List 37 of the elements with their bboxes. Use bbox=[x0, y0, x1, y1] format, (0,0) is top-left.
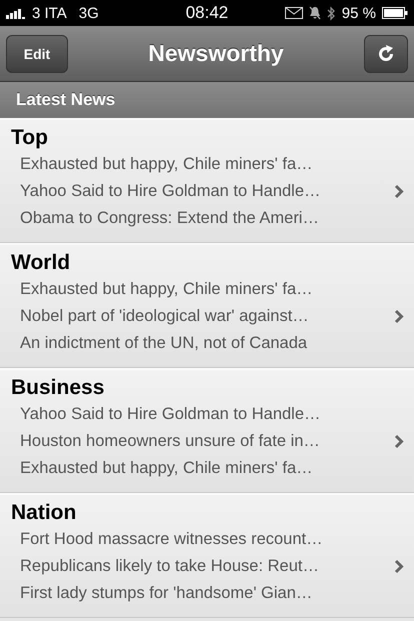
headline: Exhausted but happy, Chile miners' fa… bbox=[20, 458, 314, 479]
mail-icon bbox=[284, 7, 303, 19]
category-row[interactable]: World Exhausted but happy, Chile miners' fa… Nobel part of 'ideological war' against… An indictment of the UN, not of Canada bbox=[0, 243, 414, 368]
carrier-name: 3 ITA bbox=[32, 4, 67, 22]
edit-button[interactable]: Edit bbox=[6, 34, 68, 72]
signal-icon bbox=[6, 8, 28, 18]
battery-icon bbox=[382, 7, 408, 19]
chevron-icon bbox=[394, 309, 404, 324]
chevron-icon bbox=[394, 184, 404, 199]
refresh-button[interactable] bbox=[364, 34, 408, 72]
headline: Obama to Congress: Extend the Ameri… bbox=[20, 208, 320, 229]
category-row[interactable]: Business Yahoo Said to Hire Goldman to Handle… Houston homeowners unsure of fate in… Exhausted but happy, Chile miners' fa… bbox=[0, 368, 414, 493]
category-row[interactable]: Top Exhausted but happy, Chile miners' fa… Yahoo Said to Hire Goldman to Handle… Obama to Congress: Extend the Ameri… bbox=[0, 118, 414, 243]
chevron-icon bbox=[394, 434, 404, 449]
section-header: Latest News bbox=[0, 82, 414, 118]
headline: First lady stumps for 'handsome' Gian… bbox=[20, 583, 314, 604]
chevron-icon bbox=[394, 559, 404, 574]
headline: An indictment of the UN, not of Canada bbox=[20, 333, 308, 354]
network-type: 3G bbox=[78, 4, 99, 22]
headline: Exhausted but happy, Chile miners' fa… bbox=[20, 279, 313, 300]
clock-time: 08:42 bbox=[186, 3, 228, 23]
headline: Exhausted but happy, Chile miners' fa… bbox=[20, 154, 314, 175]
headline: Fort Hood massacre witnesses recount… bbox=[20, 529, 323, 550]
category-row[interactable]: Nation Fort Hood massacre witnesses recount… Republicans likely to take House: Reut… First lady stumps for 'handsome' Gian… bbox=[0, 493, 414, 618]
app-title: Newsworthy bbox=[148, 40, 284, 67]
category-title: Business bbox=[11, 375, 106, 401]
category-title: World bbox=[11, 250, 72, 276]
battery-percent: 95 % bbox=[342, 4, 376, 22]
category-title: Nation bbox=[11, 500, 78, 526]
bluetooth-icon bbox=[326, 6, 336, 20]
category-title: Top bbox=[11, 125, 49, 151]
muted-bell-icon bbox=[308, 6, 321, 20]
headline: Republicans likely to take House: Reut… bbox=[20, 556, 320, 577]
headline: Nobel part of 'ideological war' against… bbox=[20, 306, 310, 327]
headline: Yahoo Said to Hire Goldman to Handle… bbox=[20, 404, 321, 425]
headline: Houston homeowners unsure of fate in… bbox=[20, 431, 321, 452]
headline: Yahoo Said to Hire Goldman to Handle… bbox=[20, 181, 321, 202]
